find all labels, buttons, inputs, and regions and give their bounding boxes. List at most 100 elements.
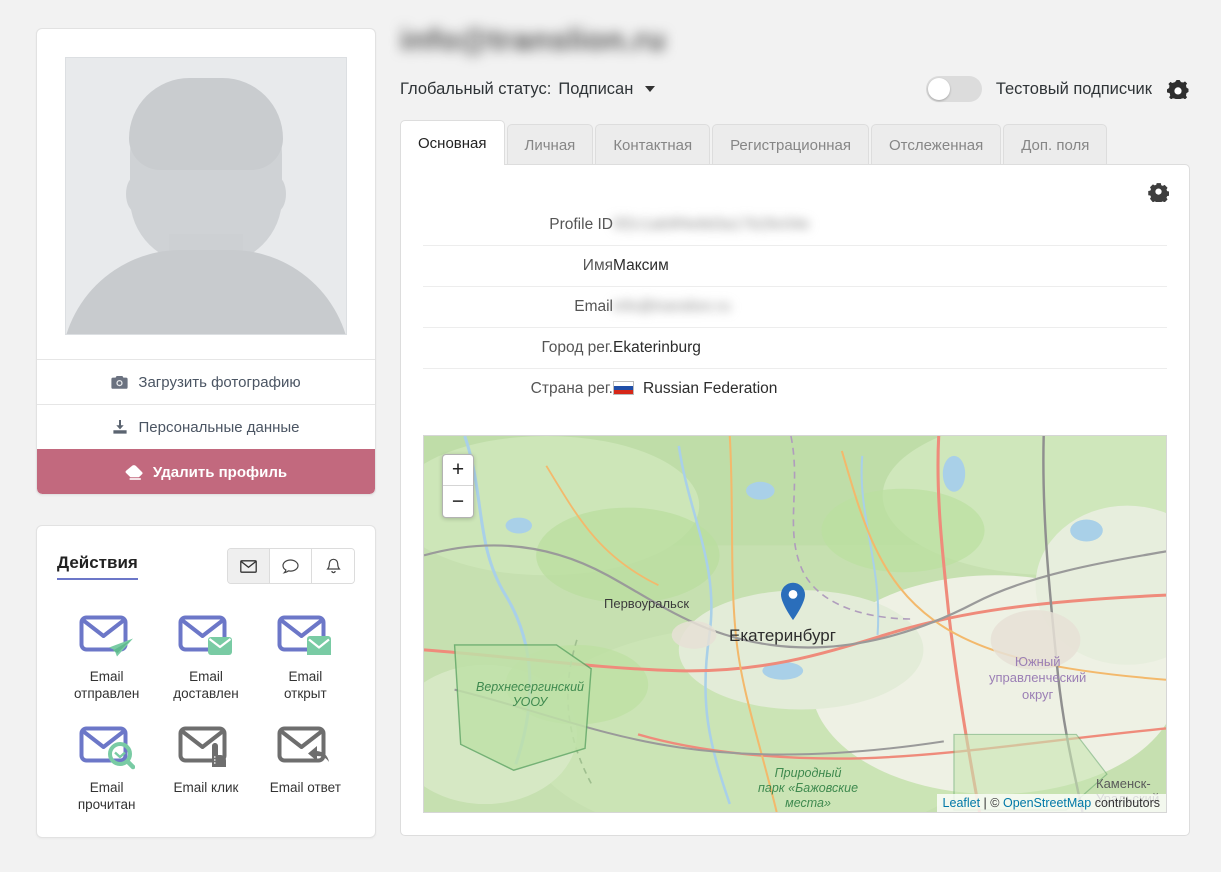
camera-icon [111, 375, 128, 390]
personal-data-label: Персональные данные [138, 419, 299, 436]
attribution-suffix: contributors [1091, 796, 1160, 810]
action-label: Email отправлен [74, 668, 139, 703]
left-sidebar: Загрузить фотографию Персональные данные [36, 28, 376, 838]
action-label: Email доставлен [173, 668, 238, 703]
profile-id-value: 5f2c1ab9f4e8d3a17b29c04e [613, 216, 810, 234]
map-label-bazhovskie-mesta: Природный парк «Бажовские места» [758, 766, 858, 811]
action-label: Email открыт [284, 668, 327, 703]
map-label-ekaterinburg: Екатеринбург [729, 626, 836, 646]
download-icon [112, 419, 128, 435]
action-label: Email клик [174, 779, 239, 796]
field-label: Email [423, 287, 613, 328]
channel-sms-button[interactable] [270, 549, 312, 583]
action-label: Email ответ [270, 779, 341, 796]
envelope-sent-icon [79, 610, 135, 662]
upload-photo-label: Загрузить фотографию [138, 374, 300, 391]
bell-icon [326, 558, 341, 575]
table-row: Email info@translion.ru [423, 287, 1167, 328]
action-email-opened[interactable]: Email открыт [256, 610, 355, 703]
avatar-ear-left [126, 176, 146, 212]
field-label: Имя [423, 246, 613, 287]
actions-title: Действия [57, 553, 138, 580]
actions-card: Действия [36, 525, 376, 838]
tab-registration[interactable]: Регистрационная [712, 124, 869, 165]
action-email-sent[interactable]: Email отправлен [57, 610, 156, 703]
envelope-reply-icon [277, 721, 333, 773]
action-email-reply[interactable]: Email ответ [256, 721, 355, 814]
envelope-click-icon [178, 721, 234, 773]
field-label: Город рег. [423, 328, 613, 369]
action-label: Email прочитан [78, 779, 136, 814]
personal-data-button[interactable]: Персональные данные [37, 404, 375, 449]
tab-extra-fields[interactable]: Доп. поля [1003, 124, 1107, 165]
toggle-knob [928, 78, 950, 100]
speech-bubble-icon [282, 559, 299, 574]
envelope-delivered-icon [178, 610, 234, 662]
map-attribution: Leaflet | © OpenStreetMap contributors [937, 794, 1166, 812]
map-label-verkhnesergisky: Верхнесергинский УООУ [476, 680, 584, 710]
table-row: Страна рег. Russian Federation [423, 369, 1167, 410]
profile-fields-table: Profile ID 5f2c1ab9f4e8d3a17b29c04e Имя … [423, 205, 1167, 409]
envelope-read-icon [79, 721, 135, 773]
tab-contact[interactable]: Контактная [595, 124, 710, 165]
action-email-delivered[interactable]: Email доставлен [156, 610, 255, 703]
action-email-click[interactable]: Email клик [156, 721, 255, 814]
envelope-opened-icon [277, 610, 333, 662]
global-status-row: Глобальный статус: Подписан Тестовый под… [400, 72, 1190, 106]
gears-icon[interactable] [1166, 79, 1190, 99]
global-status-label: Глобальный статус: [400, 80, 551, 99]
field-value: 5f2c1ab9f4e8d3a17b29c04e [613, 205, 1167, 246]
photo-card: Загрузить фотографию Персональные данные [36, 28, 376, 495]
map-tiles [424, 436, 1166, 812]
actions-header: Действия [57, 548, 355, 584]
global-status-value[interactable]: Подписан [558, 80, 633, 99]
tab-personal[interactable]: Личная [507, 124, 594, 165]
map-label-pervouralsk: Первоуральск [604, 596, 689, 611]
table-row: Город рег. Ekaterinburg [423, 328, 1167, 369]
field-value: Ekaterinburg [613, 328, 1167, 369]
avatar [65, 57, 347, 335]
map-label-yuzhny-okrug: Южный управленческий округ [989, 654, 1086, 703]
main-content: info@translion.ru Глобальный статус: Под… [400, 22, 1190, 836]
tab-bar: Основная Личная Контактная Регистрационн… [400, 120, 1190, 165]
location-map[interactable]: + − Первоуральск Екатеринбург Верхнесерг… [423, 435, 1167, 813]
envelope-icon [240, 560, 257, 573]
action-email-read[interactable]: Email прочитан [57, 721, 156, 814]
delete-profile-button[interactable]: Удалить профиль [37, 449, 375, 494]
avatar-wrapper [37, 29, 375, 359]
field-value: info@translion.ru [613, 287, 1167, 328]
upload-photo-button[interactable]: Загрузить фотографию [37, 359, 375, 404]
tab-tracked[interactable]: Отслеженная [871, 124, 1001, 165]
field-value: Russian Federation [613, 369, 1167, 410]
country-value: Russian Federation [643, 380, 777, 397]
map-marker-pin[interactable] [779, 581, 807, 621]
avatar-shoulders-shape [65, 250, 347, 335]
tab-main[interactable]: Основная [400, 120, 505, 165]
chevron-down-icon[interactable] [645, 86, 655, 92]
eraser-icon [125, 465, 143, 480]
map-zoom-out-button[interactable]: − [443, 486, 473, 517]
map-zoom-control: + − [442, 454, 474, 518]
gear-icon[interactable] [1148, 181, 1169, 207]
email-value: info@translion.ru [613, 298, 730, 316]
test-subscriber-toggle[interactable] [926, 76, 982, 102]
openstreetmap-link[interactable]: OpenStreetMap [1003, 796, 1091, 810]
action-icon-grid: Email отправлен Email доставлен [57, 610, 355, 813]
profile-email-heading: info@translion.ru [400, 22, 1190, 66]
avatar-ear-right [266, 176, 286, 212]
channel-switcher [227, 548, 355, 584]
profile-page: Загрузить фотографию Персональные данные [0, 0, 1221, 872]
main-tab-panel: Profile ID 5f2c1ab9f4e8d3a17b29c04e Имя … [400, 164, 1190, 836]
attribution-separator: | © [980, 796, 1003, 810]
channel-push-button[interactable] [312, 549, 354, 583]
map-zoom-in-button[interactable]: + [443, 455, 473, 486]
field-label: Страна рег. [423, 369, 613, 410]
field-label: Profile ID [423, 205, 613, 246]
table-row: Profile ID 5f2c1ab9f4e8d3a17b29c04e [423, 205, 1167, 246]
test-subscriber-label: Тестовый подписчик [996, 80, 1152, 99]
channel-email-button[interactable] [228, 549, 270, 583]
field-value: Максим [613, 246, 1167, 287]
delete-profile-label: Удалить профиль [153, 464, 287, 481]
status-row-right: Тестовый подписчик [926, 76, 1190, 102]
leaflet-link[interactable]: Leaflet [943, 796, 981, 810]
